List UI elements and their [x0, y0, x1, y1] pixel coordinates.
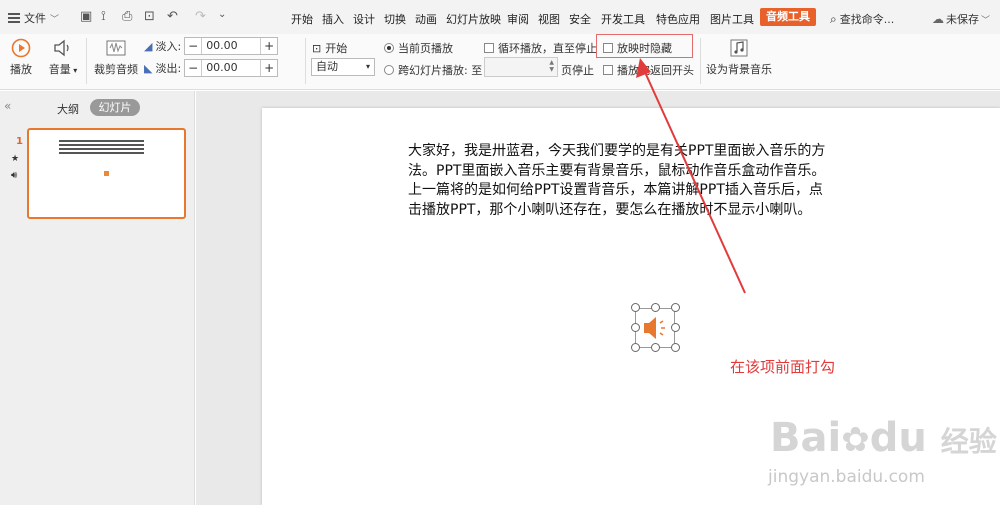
baidu-watermark: Bai✿du 经验: [770, 415, 997, 461]
watermark-brand: Bai: [770, 415, 842, 461]
annotation-text: 在该项前面打勾: [730, 358, 836, 376]
watermark-brand-cn: 经验: [940, 425, 997, 458]
watermark-brand-suffix: du: [869, 415, 927, 461]
paw-icon: ✿: [841, 420, 870, 460]
watermark-url: jingyan.baidu.com: [768, 467, 925, 487]
